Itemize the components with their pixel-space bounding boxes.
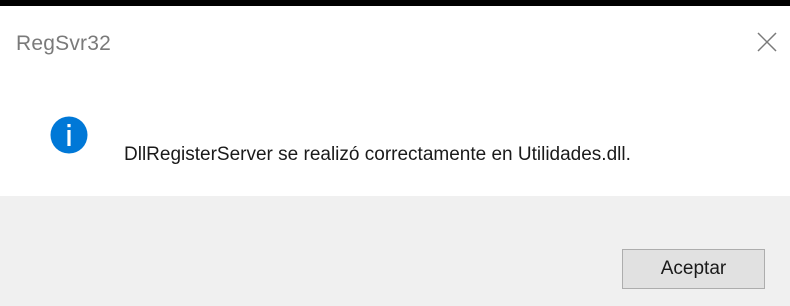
close-button[interactable] bbox=[744, 20, 790, 62]
close-icon bbox=[757, 32, 777, 52]
dialog-message: DllRegisterServer se realizó correctamen… bbox=[124, 144, 631, 165]
message-dialog: RegSvr32 DllRegisterServer se realizó co… bbox=[0, 0, 790, 306]
info-icon bbox=[50, 116, 88, 154]
title-bar[interactable]: RegSvr32 bbox=[0, 6, 790, 70]
button-bar: Aceptar bbox=[0, 196, 790, 306]
dialog-content: DllRegisterServer se realizó correctamen… bbox=[0, 110, 790, 190]
ok-button[interactable]: Aceptar bbox=[622, 249, 765, 289]
window-title: RegSvr32 bbox=[16, 32, 111, 55]
